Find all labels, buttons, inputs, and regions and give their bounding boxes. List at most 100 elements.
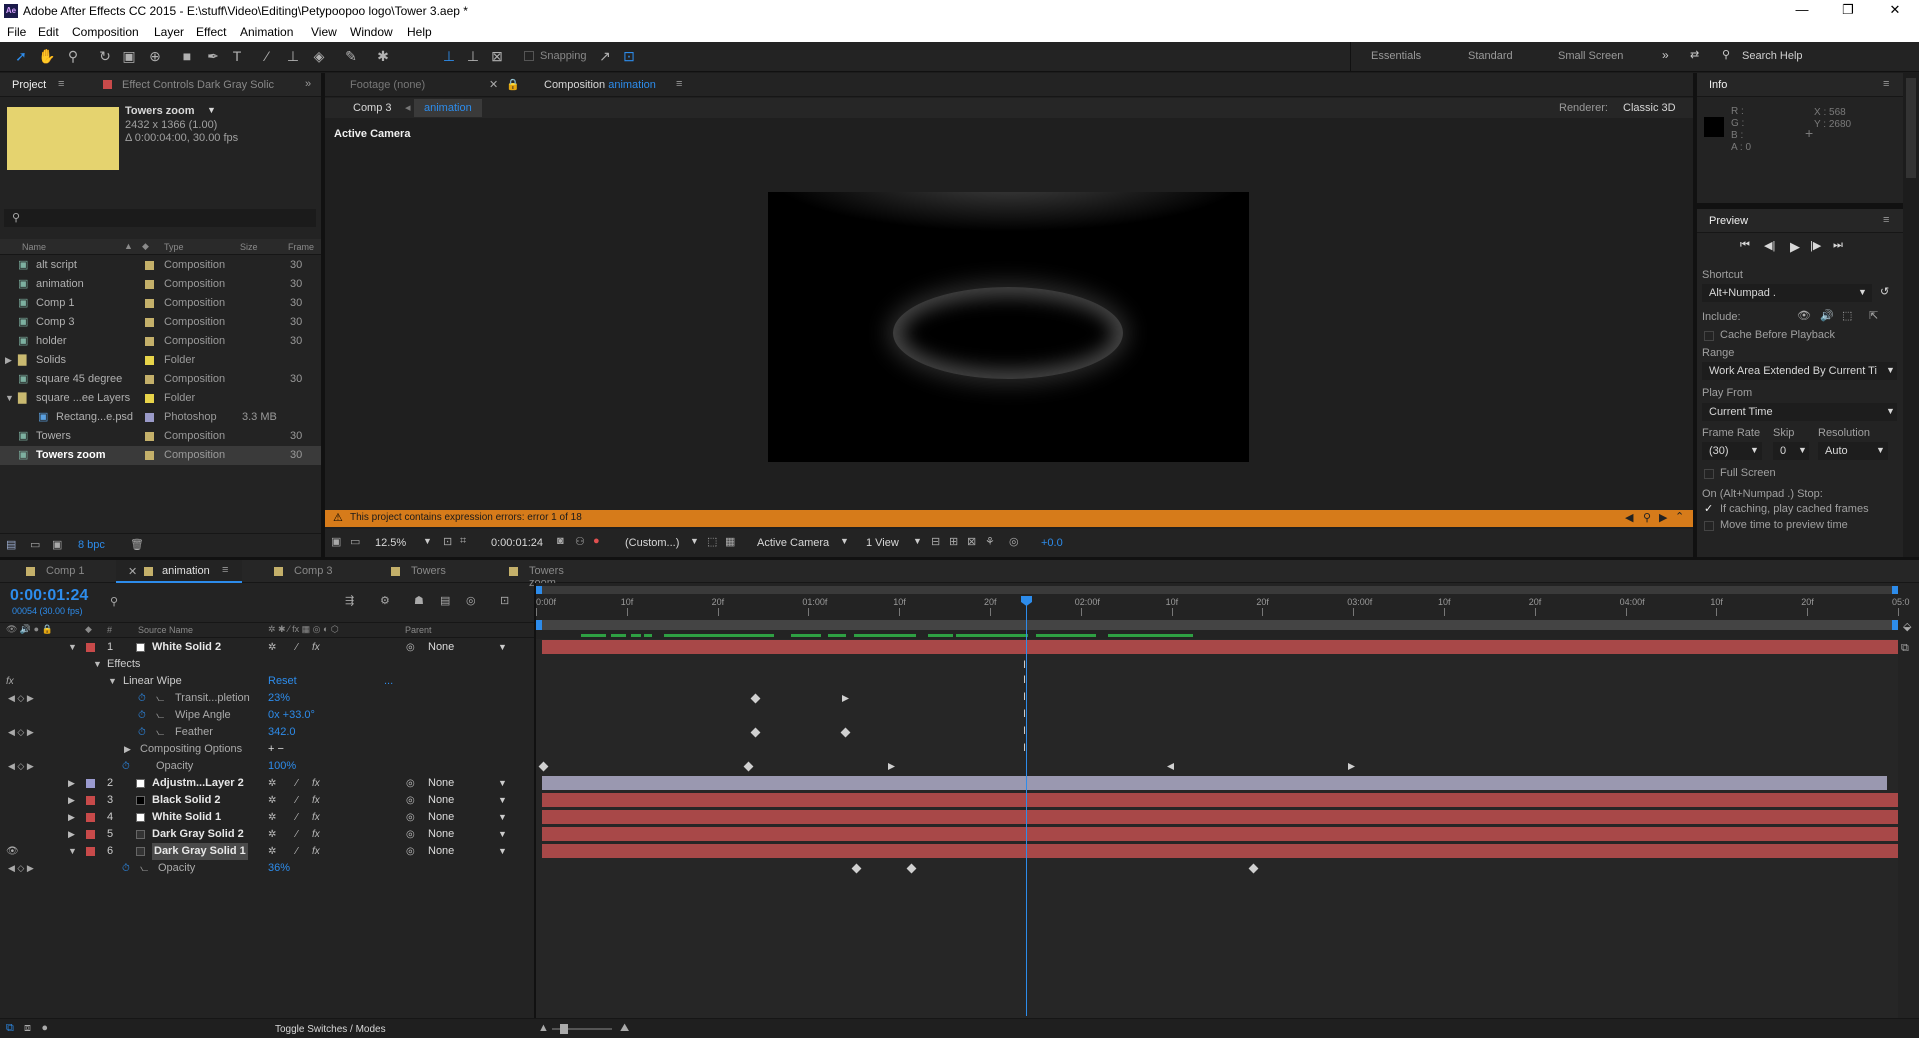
property-value[interactable]: 23% xyxy=(268,690,290,707)
col-frame[interactable]: Frame xyxy=(288,242,314,252)
property-value[interactable]: 0x +33.0° xyxy=(268,707,315,724)
col-source-name[interactable]: Source Name xyxy=(138,625,193,635)
lock-icon[interactable]: 🔒 xyxy=(506,78,520,91)
current-time-indicator[interactable] xyxy=(1026,596,1027,1016)
selection-tool-icon[interactable]: ➚ xyxy=(12,47,30,65)
disclosure-triangle-icon[interactable]: ▼ xyxy=(93,656,102,673)
layer-row[interactable]: 👁 ▼ 6 Dark Gray Solid 1 ✲ ⁄ fx ◎ None ▼ xyxy=(0,843,534,860)
project-list-item[interactable]: ▣ Towers Composition 30 xyxy=(0,427,321,446)
layer-row[interactable]: ▼ 1 White Solid 2 ✲ ⁄ fx ◎ None ▼ xyxy=(0,639,534,656)
menu-view[interactable]: View xyxy=(311,25,337,39)
keyframe-icon[interactable] xyxy=(851,863,862,874)
stopwatch-icon[interactable]: ⏱ xyxy=(122,860,130,877)
layer-name[interactable]: Adjustm...Layer 2 xyxy=(152,775,244,792)
quality-switch-icon[interactable]: ⁄ xyxy=(296,639,298,656)
stopwatch-icon[interactable]: ⏱ xyxy=(138,690,146,707)
draft-3d-icon[interactable]: ⚙ xyxy=(380,594,390,607)
parent-dropdown[interactable]: None xyxy=(428,843,454,860)
pick-whip-icon[interactable]: ◎ xyxy=(406,792,415,809)
timeline-tab[interactable]: Towers zoom xyxy=(493,560,593,589)
new-comp-icon[interactable]: ▣ xyxy=(52,538,62,551)
new-folder-icon[interactable]: ▭ xyxy=(30,538,40,551)
prev-frame-icon[interactable]: ◀| xyxy=(1764,239,1775,252)
effect-switch-icon[interactable]: fx xyxy=(312,826,320,843)
layer-switches-toggle-icon[interactable]: ⧉ xyxy=(6,1022,14,1035)
output-icon[interactable]: ⇱ xyxy=(1869,309,1878,322)
crumb-comp3[interactable]: Comp 3 xyxy=(353,102,392,114)
timeline-tab[interactable]: Comp 1 xyxy=(10,560,110,583)
label-swatch[interactable] xyxy=(145,337,154,346)
stopwatch-icon[interactable]: ⏱ xyxy=(138,724,146,741)
disclosure-triangle-icon[interactable]: ▶ xyxy=(124,741,131,758)
chevron-down-icon[interactable]: ▼ xyxy=(423,536,432,546)
frame-blending-icon[interactable]: ▤ xyxy=(440,594,450,607)
panel-menu-icon[interactable]: ≡ xyxy=(222,564,228,576)
shortcut-dropdown[interactable]: Alt+Numpad . ▼ xyxy=(1702,284,1872,302)
chevron-down-icon[interactable]: ▼ xyxy=(498,826,507,843)
show-snapshot-icon[interactable]: ⚇ xyxy=(575,535,585,548)
layer-duration-bar[interactable] xyxy=(542,810,1898,824)
close-button[interactable]: ✕ xyxy=(1880,2,1910,18)
layer-name[interactable]: Black Solid 2 xyxy=(152,792,220,809)
menu-layer[interactable]: Layer xyxy=(154,25,184,39)
label-swatch[interactable] xyxy=(145,318,154,327)
graph-editor-icon[interactable]: ⊡ xyxy=(500,594,509,607)
layer-name[interactable]: Dark Gray Solid 2 xyxy=(152,826,244,843)
brush-tool-icon[interactable]: ⁄ xyxy=(258,47,276,65)
search-help-field[interactable]: Search Help xyxy=(1742,50,1803,62)
work-area-bar[interactable] xyxy=(536,620,1898,630)
keyframe-icon[interactable] xyxy=(1248,863,1259,874)
quality-switch-icon[interactable]: ⁄ xyxy=(296,775,298,792)
graph-icon[interactable]: ⦦ xyxy=(156,690,164,707)
menu-window[interactable]: Window xyxy=(350,25,393,39)
last-frame-icon[interactable]: ⏭ xyxy=(1833,239,1843,252)
bit-depth-button[interactable]: 8 bpc xyxy=(78,539,105,551)
range-dropdown[interactable]: Work Area Extended By Current Ti ▼ xyxy=(1702,362,1897,380)
label-swatch[interactable] xyxy=(145,413,154,422)
skip-dropdown[interactable]: 0 ▼ xyxy=(1773,442,1809,460)
panel-menu-icon[interactable]: ≡ xyxy=(676,78,682,90)
rotate-tool-icon[interactable]: ↻ xyxy=(96,47,114,65)
parent-dropdown[interactable]: None xyxy=(428,792,454,809)
renderer-value[interactable]: Classic 3D xyxy=(1623,102,1676,114)
zoom-in-icon[interactable]: ⛰ xyxy=(620,1022,629,1035)
next-frame-icon[interactable]: |▶ xyxy=(1810,239,1821,252)
shy-switch-icon[interactable]: ✲ xyxy=(268,843,276,860)
timeline-tab[interactable]: Towers xyxy=(375,560,475,583)
time-navigator[interactable] xyxy=(536,586,1898,594)
label-swatch[interactable] xyxy=(145,375,154,384)
parent-dropdown[interactable]: None xyxy=(428,826,454,843)
keyframe-icon[interactable] xyxy=(1167,763,1174,770)
channel-icon[interactable]: ● xyxy=(593,535,600,547)
property-row[interactable]: ◀ ◇ ▶ ⏱ ⦦ Transit...pletion 23% xyxy=(0,690,534,707)
comp-marker-icon[interactable]: ⬙ xyxy=(1903,620,1911,633)
clone-stamp-tool-icon[interactable]: ⊥ xyxy=(284,47,302,65)
stopwatch-icon[interactable]: ⏱ xyxy=(122,758,130,775)
disclosure-triangle-icon[interactable]: ▶ xyxy=(68,809,75,826)
shy-switch-icon[interactable]: ✲ xyxy=(268,826,276,843)
interpret-footage-icon[interactable]: ▤ xyxy=(6,538,16,551)
add-remove-mask-icon[interactable]: + − xyxy=(268,741,284,758)
pick-whip-icon[interactable]: ◎ xyxy=(406,809,415,826)
selected-item-dropdown-icon[interactable]: ▼ xyxy=(207,105,216,115)
col-name[interactable]: Name xyxy=(22,242,46,252)
snapping-checkbox[interactable] xyxy=(524,51,534,61)
label-swatch[interactable] xyxy=(86,830,95,839)
graph-icon[interactable]: ⦦ xyxy=(156,707,164,724)
chevron-down-icon[interactable]: ▼ xyxy=(913,536,922,546)
project-search-input[interactable]: ⚲ xyxy=(4,209,316,227)
project-list-item[interactable]: ▣ square 45 degree Composition 30 xyxy=(0,370,321,389)
disclosure-triangle-icon[interactable]: ▼ xyxy=(108,673,117,690)
puppet-pin-tool-icon[interactable]: ✱ xyxy=(374,47,392,65)
compositing-options[interactable]: Compositing Options xyxy=(140,741,242,758)
find-error-icon[interactable]: ⚲ xyxy=(1643,511,1651,524)
workspace-standard[interactable]: Standard xyxy=(1468,50,1513,62)
property-value[interactable]: 100% xyxy=(268,758,296,775)
panel-menu-icon[interactable]: ≡ xyxy=(1883,214,1889,226)
rectangle-tool-icon[interactable]: ■ xyxy=(178,47,196,65)
label-swatch[interactable] xyxy=(86,779,95,788)
snap-grid-icon[interactable]: ⊡ xyxy=(620,47,638,65)
flowchart-icon[interactable]: ⚘ xyxy=(985,535,995,548)
tab-preview[interactable]: Preview xyxy=(1709,215,1748,227)
chevron-down-icon[interactable]: ▼ xyxy=(690,536,699,546)
